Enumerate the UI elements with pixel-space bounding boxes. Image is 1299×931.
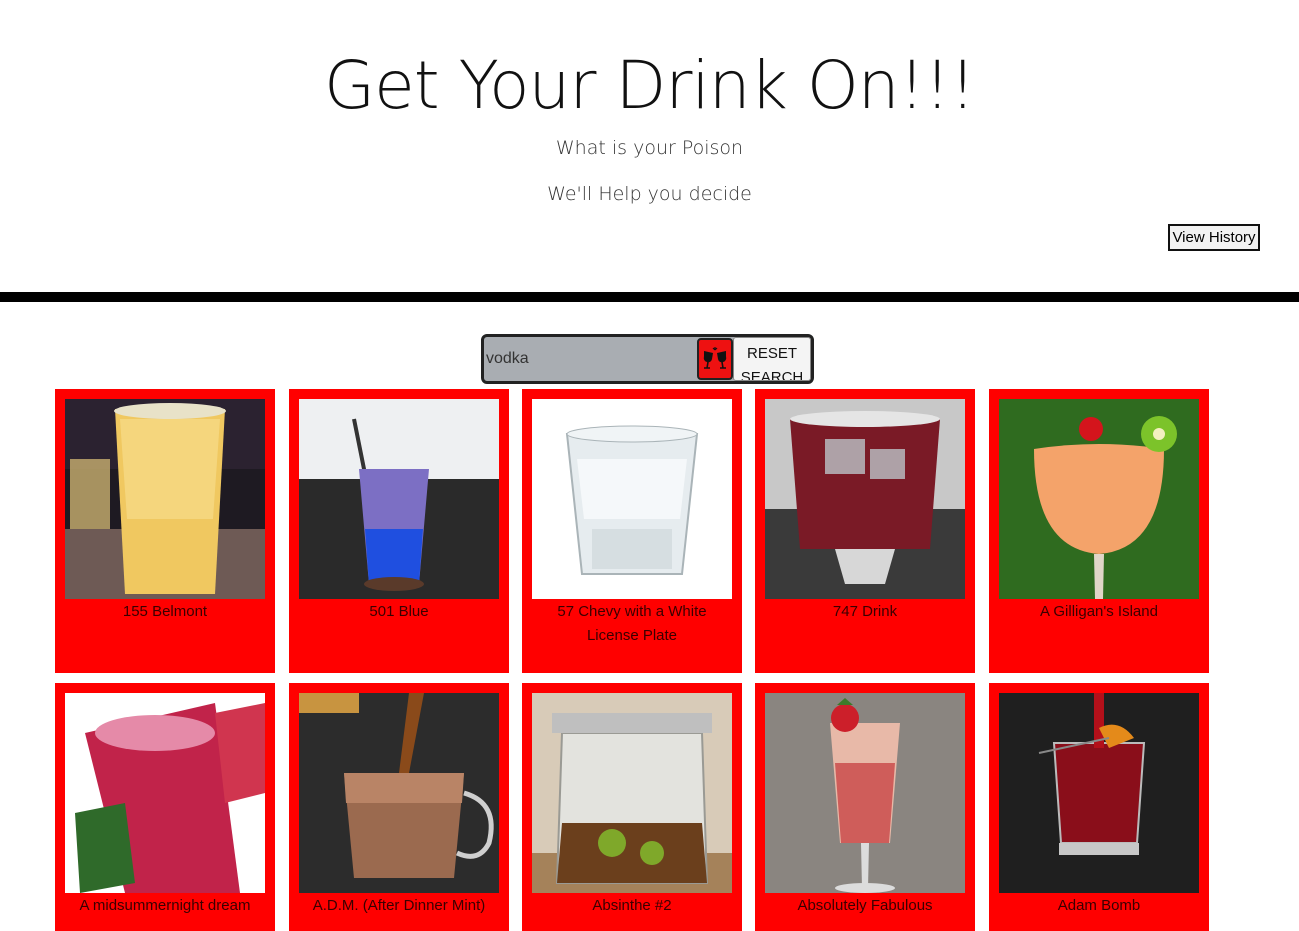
- drink-name: Adam Bomb: [1057, 897, 1141, 914]
- drink-name: Absolutely Fabulous: [797, 897, 933, 914]
- drink-card[interactable]: 747 Drink: [755, 389, 975, 673]
- reset-search-button[interactable]: RESET SEARCH: [733, 337, 811, 381]
- search-bar: RESET SEARCH: [481, 334, 814, 384]
- drink-name: 57 Chevy with a White License Plate: [557, 603, 707, 644]
- drink-name: A Gilligan's Island: [1040, 603, 1158, 620]
- drink-card[interactable]: Absinthe #2: [522, 683, 742, 931]
- drink-image: [65, 693, 265, 893]
- search-button[interactable]: [697, 338, 733, 380]
- subtitle: What is your Poison: [555, 137, 744, 159]
- drink-name: 501 Blue: [369, 603, 429, 620]
- drink-card[interactable]: 501 Blue: [289, 389, 509, 673]
- page-title: Get Your Drink On!!!: [324, 47, 976, 124]
- drink-card[interactable]: Absolutely Fabulous: [755, 683, 975, 931]
- drink-image: [65, 399, 265, 599]
- drink-image: [999, 399, 1199, 599]
- drink-card[interactable]: 155 Belmont: [55, 389, 275, 673]
- drink-name: Absinthe #2: [592, 897, 672, 914]
- page: Get Your Drink On!!! What is your Poison…: [0, 0, 1299, 931]
- search-input[interactable]: [484, 337, 696, 381]
- header-divider: [0, 292, 1299, 302]
- drink-card[interactable]: Adam Bomb: [989, 683, 1209, 931]
- drink-card[interactable]: 57 Chevy with a White License Plate: [522, 389, 742, 673]
- drink-name: A midsummernight dream: [79, 897, 251, 914]
- drink-image: [999, 693, 1199, 893]
- drink-card[interactable]: A midsummernight dream: [55, 683, 275, 931]
- tagline: We'll Help you decide: [547, 183, 752, 205]
- drink-image: [765, 399, 965, 599]
- drink-image: [532, 693, 732, 893]
- drink-name: 155 Belmont: [122, 603, 208, 620]
- hero-header: Get Your Drink On!!! What is your Poison…: [0, 0, 1299, 292]
- drink-image: [765, 693, 965, 893]
- view-history-button[interactable]: View History: [1168, 224, 1260, 251]
- drink-card[interactable]: A.D.M. (After Dinner Mint): [289, 683, 509, 931]
- clinking-glasses-icon: [703, 347, 727, 369]
- drink-name: 747 Drink: [832, 603, 898, 620]
- drink-image: [532, 399, 732, 599]
- drink-image: [299, 399, 499, 599]
- drink-name: A.D.M. (After Dinner Mint): [312, 897, 486, 914]
- drink-card[interactable]: A Gilligan's Island: [989, 389, 1209, 673]
- drink-image: [299, 693, 499, 893]
